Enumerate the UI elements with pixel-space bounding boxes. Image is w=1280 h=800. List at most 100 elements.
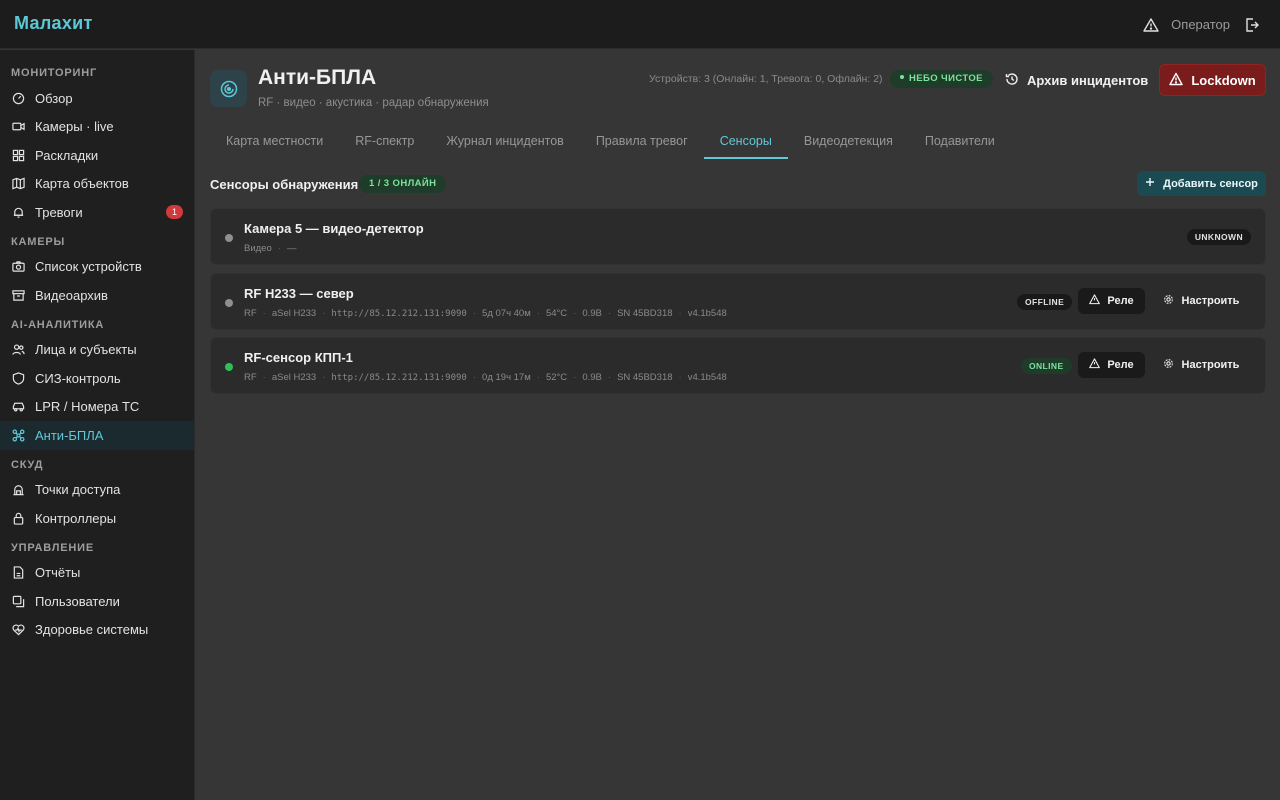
sidebar-item-users[interactable]: Пользователи [0,587,194,616]
sidebar: МОНИТОРИНГ Обзор Камеры · live Раскладки… [0,50,195,800]
sidebar-item-label: Отчёты [35,565,81,581]
sidebar-item-cameras-live[interactable]: Камеры · live [0,113,194,142]
sidebar-item-label: Лица и субъекты [35,342,137,358]
gear-icon [1163,294,1174,308]
relay-button[interactable]: Реле [1078,288,1145,314]
sensor-url: http://85.12.212.131:9090 [331,309,467,319]
sensor-meta: RF · aSel H233 · http://85.12.212.131:9090 · 5… [244,308,727,319]
sidebar-item-device-list[interactable]: Список устройств [0,253,194,282]
incident-archive-button[interactable]: Архив инцидентов [997,66,1156,94]
sidebar-item-label: Камеры · live [35,119,114,135]
sidebar-item-faces[interactable]: Лица и субъекты [0,336,194,365]
sensor-meta: Видео · — [244,243,297,254]
sidebar-item-label: Тревоги [35,204,83,220]
current-user[interactable]: Оператор [1171,17,1230,32]
sensor-voltage: 0.9В [582,372,602,383]
sidebar-section-title: AI-АНАЛИТИКА [11,318,105,331]
sidebar-item-label: Контроллеры [35,510,117,526]
map-icon [11,177,25,191]
sensor-card[interactable]: RF H233 — север RF · aSel H233 · http://85.1… [210,273,1266,330]
lockdown-label: Lockdown [1191,72,1256,88]
page-subtitle: RF · видео · акустика · радар обнаружени… [258,97,489,109]
sensor-temperature: 54°C [545,308,568,319]
status-dot [225,234,233,242]
sidebar-section-ai: AI-АНАЛИТИКА Лица и субъекты СИЗ-контрол… [0,314,194,450]
configure-button[interactable]: Настроить [1156,352,1246,378]
add-sensor-button[interactable]: Добавить сенсор [1137,171,1266,196]
sidebar-item-label: Здоровье системы [35,622,149,638]
sidebar-section-title: СКУД [11,458,44,471]
lock-icon [11,511,25,525]
relay-label: Реле [1107,359,1134,371]
sidebar-item-reports[interactable]: Отчёты [0,559,194,588]
sidebar-item-label: Обзор [35,90,73,106]
sidebar-item-label: Список устройств [35,259,142,275]
sidebar-item-overview[interactable]: Обзор [0,84,194,113]
brand-logo[interactable]: Малахит [14,13,93,34]
tab-terrain-map[interactable]: Карта местности [210,123,339,159]
sidebar-item-label: Раскладки [35,147,99,163]
sidebar-section-acs: СКУД Точки доступа Контроллеры [0,454,194,533]
configure-button[interactable]: Настроить [1156,288,1246,314]
sidebar-item-layouts[interactable]: Раскладки [0,141,194,170]
sidebar-section-monitoring: МОНИТОРИНГ Обзор Камеры · live Раскладки… [0,62,194,227]
sensor-url: http://85.12.212.131:9090 [331,373,467,383]
incident-archive-label: Архив инцидентов [1027,72,1149,88]
sidebar-item-label: Точки доступа [35,482,121,498]
sidebar-section-management: УПРАВЛЕНИЕ Отчёты Пользователи Здоровье … [0,537,194,645]
history-icon [1005,72,1019,89]
tab-alarm-rules[interactable]: Правила тревог [580,123,704,159]
sensor-model: aSel H233 [271,372,317,383]
sidebar-item-ppe-control[interactable]: СИЗ-контроль [0,364,194,393]
alert-triangle-icon [1169,72,1184,89]
device-stats: Устройств: 3 (Онлайн: 1, Тревога: 0, Офл… [649,73,883,85]
sensor-version: v4.1b548 [687,308,727,319]
add-sensor-label: Добавить сенсор [1163,177,1258,190]
sidebar-section-cameras: КАМЕРЫ Список устройств Видеоархив [0,231,194,310]
alert-triangle-icon[interactable] [1141,15,1161,35]
tab-rf-spectrum[interactable]: RF-спектр [339,123,430,159]
sidebar-item-anti-uav[interactable]: Анти-БПЛА [0,421,194,450]
sensor-meta: RF · aSel H233 · http://85.12.212.131:9090 · 0… [244,372,727,383]
tab-video-detection[interactable]: Видеодетекция [788,123,909,159]
section-title: Сенсоры обнаружения [210,177,359,192]
sidebar-section-title: КАМЕРЫ [11,235,66,248]
top-right-area: Оператор [1141,0,1262,49]
sensor-card[interactable]: RF-сенсор КПП-1 RF · aSel H233 · http://85.1… [210,337,1266,394]
sidebar-section-title: УПРАВЛЕНИЕ [11,541,94,554]
sensor-card[interactable]: Камера 5 — видео-детектор Видео · — UNKNOW… [210,208,1266,265]
sidebar-item-controllers[interactable]: Контроллеры [0,504,194,533]
sidebar-item-object-map[interactable]: Карта объектов [0,170,194,199]
status-dot [900,75,904,80]
video-icon [11,120,25,134]
alert-triangle-icon [1089,294,1101,308]
sensor-name: Камера 5 — видео-детектор [244,221,424,236]
sensor-voltage: 0.9В [582,308,602,319]
sensor-version: v4.1b548 [687,372,727,383]
tab-sensors[interactable]: Сенсоры [703,123,788,159]
tab-jammers[interactable]: Подавители [909,123,1011,159]
drone-icon [11,428,25,442]
relay-label: Реле [1107,295,1134,307]
sidebar-item-label: LPR / Номера ТС [35,399,140,415]
status-badge: UNKNOWN [1186,229,1251,245]
relay-button[interactable]: Реле [1078,352,1145,378]
logout-icon[interactable] [1242,15,1262,35]
tab-incident-log[interactable]: Журнал инцидентов [430,123,579,159]
sidebar-item-lpr[interactable]: LPR / Номера ТС [0,393,194,422]
sidebar-item-system-health[interactable]: Здоровье системы [0,616,194,645]
lockdown-button[interactable]: Lockdown [1159,64,1266,96]
sidebar-item-access-points[interactable]: Точки доступа [0,476,194,505]
status-badge: ONLINE [1021,358,1072,374]
grid-icon [11,148,25,162]
sidebar-item-alarms[interactable]: Тревоги 1 [0,198,194,227]
sensor-uptime: 5д 07ч 40м [482,308,531,319]
top-bar: Малахит Оператор [0,0,1280,49]
plus-icon [1145,177,1155,190]
status-badge: OFFLINE [1017,294,1073,310]
alert-triangle-icon [1089,358,1101,372]
sidebar-item-video-archive[interactable]: Видеоархив [0,281,194,310]
sensor-type: RF [244,372,257,383]
sidebar-item-label: СИЗ-контроль [35,370,121,386]
alarm-count-badge: 1 [166,205,183,219]
